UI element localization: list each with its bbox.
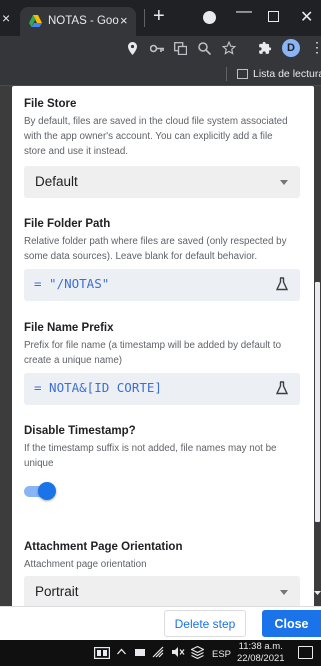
file-store-description: By default, files are saved in the cloud…: [24, 116, 288, 157]
disable-timestamp-description: If the timestamp suffix is not added, fi…: [24, 443, 277, 469]
attachment-orientation-description: Attachment page orientation: [24, 559, 147, 570]
delete-step-button[interactable]: Delete step: [164, 610, 246, 637]
screen-icon[interactable]: [94, 647, 110, 659]
file-store-field: File Store By default, files are saved i…: [24, 98, 294, 159]
attachment-orientation-select[interactable]: Portrait: [24, 576, 300, 608]
bookmarks-divider: [226, 67, 227, 81]
disable-timestamp-field: Disable Timestamp? If the timestamp suff…: [24, 425, 294, 471]
close-button[interactable]: Close: [262, 610, 321, 637]
panel-footer: Delete step Close: [0, 606, 321, 640]
scroll-down-arrow-icon[interactable]: [314, 590, 321, 596]
chevron-down-icon: [280, 590, 288, 595]
expression-assistant-icon[interactable]: [276, 277, 288, 291]
panel-scrollbar[interactable]: [314, 86, 321, 606]
media-record-icon[interactable]: [203, 11, 216, 24]
file-folder-path-label: File Folder Path: [24, 218, 111, 230]
file-name-prefix-label: File Name Prefix: [24, 322, 114, 334]
expression-assistant-icon[interactable]: [276, 381, 288, 395]
tab-title: NOTAS - Goo: [48, 15, 119, 27]
tab-divider: [144, 9, 145, 27]
star-icon[interactable]: [222, 41, 236, 55]
clock[interactable]: 11:38 a.m. 22/08/2021: [237, 641, 285, 665]
browser-tab[interactable]: NOTAS - Goo ×: [20, 7, 136, 36]
file-folder-path-description: Relative folder path where files are sav…: [24, 236, 287, 262]
close-tab-icon[interactable]: ×: [2, 10, 10, 26]
scrollbar-thumb[interactable]: [315, 282, 320, 522]
os-taskbar: ESP 11:38 a.m. 22/08/2021: [0, 640, 321, 666]
attachment-orientation-value: Portrait: [35, 584, 79, 599]
language-indicator[interactable]: ESP: [212, 648, 231, 662]
chevron-up-icon[interactable]: [117, 648, 126, 655]
battery-icon[interactable]: [134, 647, 146, 658]
file-store-value: Default: [35, 174, 78, 189]
attachment-orientation-field: Attachment Page Orientation Attachment p…: [24, 541, 294, 572]
attachment-orientation-label: Attachment Page Orientation: [24, 541, 183, 553]
minimize-icon[interactable]: —: [236, 3, 252, 21]
zoom-icon[interactable]: [198, 42, 211, 55]
menu-icon[interactable]: ⋮: [310, 39, 321, 56]
window-close-icon[interactable]: ✕: [300, 7, 313, 27]
file-name-prefix-value: = NOTA&[ID CORTE]: [34, 380, 162, 395]
toggle-knob: [38, 482, 56, 500]
disable-timestamp-label: Disable Timestamp?: [24, 425, 136, 437]
step-settings-panel: File Store By default, files are saved i…: [12, 86, 314, 640]
file-name-prefix-field: File Name Prefix Prefix for file name (a…: [24, 322, 294, 368]
extensions-icon[interactable]: [258, 41, 272, 55]
new-tab-button[interactable]: +: [153, 6, 165, 26]
maximize-icon[interactable]: [268, 11, 279, 22]
clock-time: 11:38 a.m.: [238, 641, 283, 652]
file-folder-path-value: = "/NOTAS": [34, 276, 110, 291]
file-store-select[interactable]: Default: [24, 166, 300, 198]
chevron-down-icon: [280, 180, 288, 185]
wifi-icon[interactable]: [152, 646, 164, 658]
file-name-prefix-input[interactable]: = NOTA&[ID CORTE]: [24, 373, 300, 405]
browser-toolbar: D ⋮: [0, 36, 321, 62]
file-folder-path-field: File Folder Path Relative folder path wh…: [24, 218, 294, 264]
drive-icon: [29, 15, 42, 27]
file-folder-path-input[interactable]: = "/NOTAS": [24, 269, 300, 301]
volume-icon[interactable]: [171, 646, 185, 658]
tab-close-icon[interactable]: ×: [120, 13, 128, 28]
key-icon[interactable]: [150, 44, 164, 53]
tab-strip: × NOTAS - Goo × + — ✕: [0, 0, 321, 36]
file-name-prefix-description: Prefix for file name (a timestamp will b…: [24, 340, 282, 366]
location-pin-icon[interactable]: [128, 42, 137, 55]
file-store-label: File Store: [24, 98, 77, 110]
bookmarks-bar: Lista de lectura: [0, 62, 321, 86]
notification-icon[interactable]: [298, 646, 313, 659]
disable-timestamp-toggle[interactable]: [24, 482, 56, 500]
input-method-icon[interactable]: [191, 646, 204, 659]
translate-icon[interactable]: [174, 42, 187, 55]
reading-list-label[interactable]: Lista de lectura: [253, 68, 321, 80]
clock-date: 22/08/2021: [237, 653, 285, 664]
profile-avatar[interactable]: D: [282, 39, 300, 57]
reading-list-icon[interactable]: [237, 69, 248, 79]
